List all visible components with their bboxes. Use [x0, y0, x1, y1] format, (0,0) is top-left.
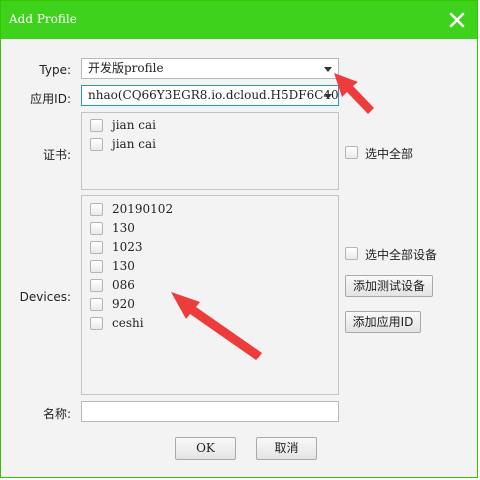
add-app-id-button[interactable]: 添加应用ID	[345, 311, 421, 333]
app-id-label: 应用ID:	[30, 92, 71, 106]
cancel-button[interactable]: 取消	[256, 437, 317, 460]
device-checkbox[interactable]	[90, 222, 103, 235]
device-checkbox[interactable]	[90, 203, 103, 216]
chevron-down-icon	[324, 67, 332, 72]
close-icon[interactable]	[447, 10, 467, 30]
certificate-checkbox[interactable]	[90, 138, 103, 151]
type-label: Type:	[39, 63, 71, 77]
select-all-checkbox[interactable]	[345, 146, 358, 159]
add-test-device-button[interactable]: 添加测试设备	[345, 275, 433, 297]
certificate-name: jian cai	[112, 118, 156, 132]
device-name: 20190102	[112, 202, 174, 216]
add-profile-dialog: Add Profile Type: 开发版profile 应用ID: nhao(…	[0, 0, 478, 478]
device-name: 130	[112, 259, 135, 273]
device-checkbox[interactable]	[90, 260, 103, 273]
device-name: 130	[112, 221, 135, 235]
chevron-down-icon	[324, 94, 332, 99]
app-id-select[interactable]: nhao(CQ66Y3EGR8.io.dcloud.H5DF6C407)	[81, 85, 339, 106]
device-name: 1023	[112, 240, 143, 254]
select-all-label: 选中全部	[365, 147, 414, 161]
certificate-label: 证书:	[42, 148, 71, 162]
name-label: 名称:	[42, 407, 71, 421]
devices-label: Devices:	[19, 290, 71, 304]
certificate-checkbox[interactable]	[90, 119, 103, 132]
select-all-devices-checkbox[interactable]	[345, 247, 358, 260]
device-name: ceshi	[112, 316, 144, 330]
device-checkbox[interactable]	[90, 241, 103, 254]
device-checkbox[interactable]	[90, 298, 103, 311]
name-input[interactable]	[81, 401, 339, 422]
device-checkbox[interactable]	[90, 279, 103, 292]
app-id-select-value: nhao(CQ66Y3EGR8.io.dcloud.H5DF6C407)	[88, 88, 339, 102]
certificate-name: jian cai	[112, 137, 156, 151]
device-name: 086	[112, 278, 135, 292]
type-select-value: 开发版profile	[88, 61, 164, 75]
select-all-devices-label: 选中全部设备	[365, 248, 438, 262]
title-bar: Add Profile	[1, 1, 477, 39]
device-list: 20190102 130 1023 130 086 920 ceshi	[81, 195, 339, 395]
device-name: 920	[112, 297, 135, 311]
certificate-list: jian cai jian cai	[81, 112, 339, 190]
type-select[interactable]: 开发版profile	[81, 58, 339, 79]
ok-button[interactable]: OK	[175, 437, 236, 460]
device-checkbox[interactable]	[90, 317, 103, 330]
window-title: Add Profile	[9, 12, 77, 26]
